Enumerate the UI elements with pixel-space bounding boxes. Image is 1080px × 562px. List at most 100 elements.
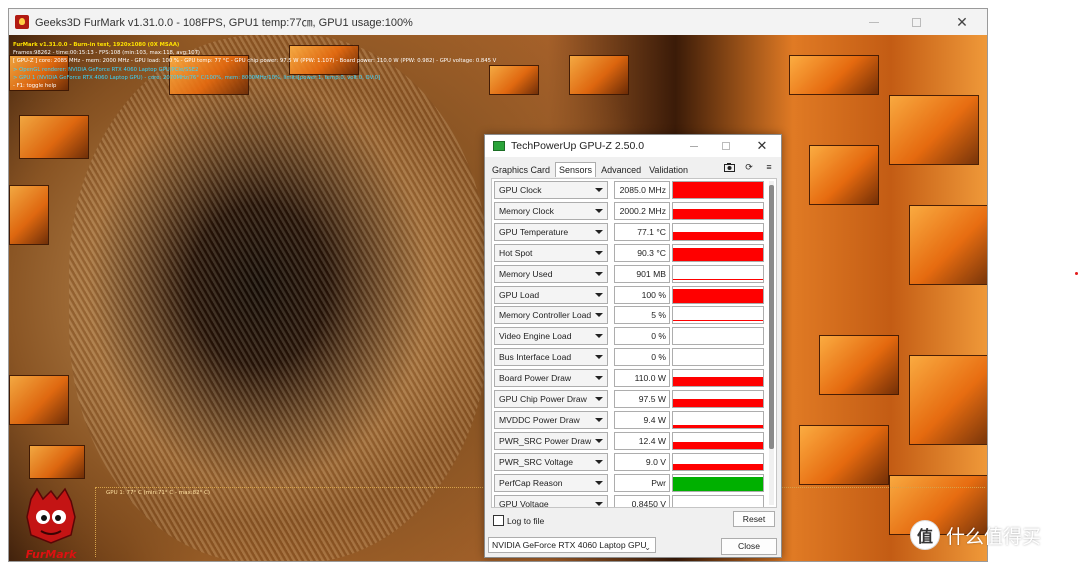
checkbox-box[interactable]	[493, 515, 504, 526]
scrollbar-thumb[interactable]	[769, 185, 774, 449]
sensor-name-dropdown[interactable]: GPU Chip Power Draw	[494, 390, 608, 408]
sensor-graph-fill	[673, 208, 763, 219]
screenshot-icon[interactable]	[723, 161, 735, 173]
gpuz-titlebar[interactable]: TechPowerUp GPU-Z 2.50.0 ✕	[485, 135, 781, 157]
maximize-icon	[722, 142, 730, 150]
cube-tile	[909, 205, 987, 285]
reset-button[interactable]: Reset	[733, 511, 775, 527]
sensor-name-dropdown[interactable]: Memory Used	[494, 264, 608, 283]
sensor-name: GPU Clock	[499, 185, 542, 195]
sensor-graph-fill	[673, 463, 763, 470]
overlay-line: Frames:98262 - time:00:15:13 - FPS:108 (…	[13, 50, 201, 57]
sensor-graph	[672, 181, 764, 199]
gpuz-toolbar: ⟳ ≡	[723, 161, 775, 173]
sensor-name-dropdown[interactable]: PWR_SRC Power Draw	[494, 431, 608, 450]
sensor-value: 0 %	[614, 327, 670, 346]
minimize-icon	[869, 21, 879, 23]
sensor-value: 12.4 W	[614, 431, 670, 450]
sensor-row: GPU Chip Power Draw 97.5 W	[494, 390, 764, 408]
cube-tile	[819, 335, 899, 395]
tab-sensors[interactable]: Sensors	[555, 162, 597, 177]
temperature-graph-label: GPU 1: 77° C (min:71° C - max:82° C)	[106, 490, 211, 496]
sensor-name-dropdown[interactable]: GPU Clock	[494, 181, 608, 199]
sensor-graph-fill	[673, 247, 763, 261]
log-to-file-label: Log to file	[507, 515, 545, 526]
sensor-graph	[672, 410, 764, 429]
sensor-graph	[672, 369, 764, 388]
sensor-row: Memory Used 901 MB	[494, 264, 764, 283]
sensor-name-dropdown[interactable]: Bus Interface Load	[494, 348, 608, 367]
tab-advanced[interactable]: Advanced	[598, 163, 644, 177]
furmark-titlebar[interactable]: Geeks3D FurMark v1.31.0.0 - 108FPS, GPU1…	[9, 9, 987, 35]
sensor-name-dropdown[interactable]: PerfCap Reason	[494, 473, 608, 492]
close-icon: ✕	[956, 13, 968, 30]
sensor-row: Hot Spot 90.3 °C	[494, 243, 764, 262]
sensor-name: Memory Clock	[499, 205, 554, 216]
sensor-name-dropdown[interactable]: Video Engine Load	[494, 327, 608, 346]
maximize-button[interactable]	[899, 9, 933, 35]
sensor-value: 9.4 W	[614, 410, 670, 429]
sensor-graph-fill	[673, 377, 763, 387]
minimize-button[interactable]	[857, 9, 891, 35]
sensor-graph-fill	[673, 182, 763, 198]
sensor-name: MVDDC Power Draw	[499, 414, 580, 425]
gpu-select-value: NVIDIA GeForce RTX 4060 Laptop GPU	[492, 540, 647, 550]
cube-tile	[9, 185, 49, 245]
sensor-graph	[672, 222, 764, 241]
watermark: 值 什么值得买	[910, 520, 1041, 550]
gpuz-maximize-button[interactable]	[713, 135, 739, 157]
sensor-value: 100 %	[614, 285, 670, 304]
close-button[interactable]: ✕	[945, 9, 979, 35]
sensor-name-dropdown[interactable]: GPU Load	[494, 285, 608, 304]
minimize-icon	[690, 145, 698, 147]
sensor-name-dropdown[interactable]: Hot Spot	[494, 243, 608, 262]
sensor-name-dropdown[interactable]: GPU Voltage	[494, 494, 608, 508]
dropdown-arrow-icon	[595, 376, 603, 381]
cube-tile	[889, 95, 979, 165]
gpuz-app-icon	[493, 141, 505, 151]
cube-tile	[569, 55, 629, 95]
sensor-name: GPU Load	[499, 289, 540, 300]
sensor-name-dropdown[interactable]: Memory Controller Load	[494, 306, 608, 325]
sensor-value: Pwr	[614, 473, 670, 492]
gpuz-minimize-button[interactable]	[681, 135, 707, 157]
sensor-name: GPU Chip Power Draw	[499, 394, 587, 404]
sensor-name: PWR_SRC Voltage	[499, 456, 574, 467]
close-window-button[interactable]: Close	[721, 538, 777, 555]
sensor-name: Hot Spot	[499, 247, 533, 258]
sensor-name-dropdown[interactable]: Memory Clock	[494, 201, 608, 220]
menu-icon[interactable]: ≡	[763, 161, 775, 173]
sensor-value: 901 MB	[614, 264, 670, 283]
dropdown-arrow-icon	[595, 292, 603, 297]
sensor-name-dropdown[interactable]: PWR_SRC Voltage	[494, 452, 608, 471]
dropdown-arrow-icon	[595, 459, 603, 464]
cube-tile	[9, 375, 69, 425]
tab-graphics-card[interactable]: Graphics Card	[489, 163, 553, 177]
tab-validation[interactable]: Validation	[646, 163, 691, 177]
sensor-graph-fill	[673, 476, 763, 491]
gpuz-window-title: TechPowerUp GPU-Z 2.50.0	[511, 140, 645, 152]
cube-tile	[19, 115, 89, 159]
sensor-graph-line	[673, 320, 763, 322]
log-to-file-checkbox[interactable]: Log to file	[493, 515, 544, 526]
sensor-name-dropdown[interactable]: Board Power Draw	[494, 369, 608, 388]
sensor-graph	[672, 348, 764, 367]
chevron-down-icon: ⌄	[644, 543, 651, 552]
gpuz-window: TechPowerUp GPU-Z 2.50.0 ✕ Graphics Card…	[484, 134, 782, 558]
sensor-name-dropdown[interactable]: MVDDC Power Draw	[494, 410, 608, 429]
sensor-graph-fill	[673, 231, 763, 240]
sensor-graph	[672, 306, 764, 325]
sensors-scrollbar[interactable]	[769, 181, 774, 505]
sensor-graph-fill	[673, 288, 763, 303]
refresh-icon[interactable]: ⟳	[743, 161, 755, 173]
dropdown-arrow-icon	[595, 208, 603, 213]
sensor-value: 0 %	[614, 348, 670, 367]
dropdown-arrow-icon	[595, 417, 603, 422]
sensor-graph-fill	[673, 399, 763, 407]
gpuz-close-button[interactable]: ✕	[749, 135, 775, 157]
sensor-name: GPU Voltage	[499, 498, 549, 508]
gpu-select-dropdown[interactable]: NVIDIA GeForce RTX 4060 Laptop GPU ⌄	[488, 537, 656, 553]
sensor-name-dropdown[interactable]: GPU Temperature	[494, 222, 608, 241]
sensor-graph	[672, 264, 764, 283]
sensor-row: Video Engine Load 0 %	[494, 327, 764, 346]
